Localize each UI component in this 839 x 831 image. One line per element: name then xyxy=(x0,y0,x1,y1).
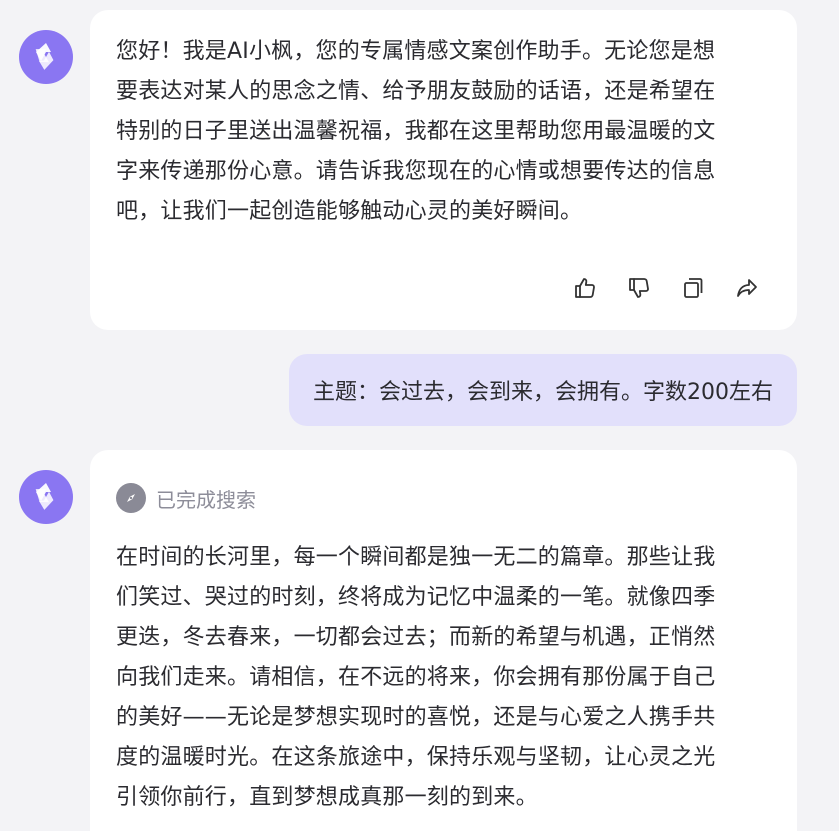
search-status-label: 已完成搜索 xyxy=(156,487,256,512)
text-line: 的美好——无论是梦想实现时的喜悦，还是与心爱之人携手共 xyxy=(116,705,716,730)
thumbs-down-button[interactable] xyxy=(625,274,653,302)
assistant-message: 您好！我是AI小枫，您的专属情感文案创作助手。无论您是想 要表达对某人的思念之情… xyxy=(90,10,797,330)
thumbs-down-icon xyxy=(629,278,649,298)
assistant-logo-icon xyxy=(35,483,54,510)
assistant-logo-icon xyxy=(35,43,54,70)
assistant-message-text: 您好！我是AI小枫，您的专属情感文案创作助手。无论您是想 要表达对某人的思念之情… xyxy=(116,32,771,232)
share-button[interactable] xyxy=(733,274,761,302)
thumbs-up-icon xyxy=(575,278,595,298)
text-line: 字来传递那份心意。请告诉我您现在的心情或想要传达的信息 xyxy=(116,159,716,184)
thumbs-up-button[interactable] xyxy=(571,274,599,302)
compass-icon xyxy=(116,483,146,513)
text-line: 您好！我是AI小枫，您的专属情感文案创作助手。无论您是想 xyxy=(116,39,716,64)
assistant-avatar xyxy=(19,30,73,84)
message-actions xyxy=(571,274,761,302)
text-line: 更迭，冬去春来，一切都会过去；而新的希望与机遇，正悄然 xyxy=(116,625,716,650)
user-message: 主题：会过去，会到来，会拥有。字数200左右 xyxy=(289,354,797,426)
assistant-message: 已完成搜索 在时间的长河里，每一个瞬间都是独一无二的篇章。那些让我 们笑过、哭过… xyxy=(90,450,797,831)
text-line: 向我们走来。请相信，在不远的将来，你会拥有那份属于自己 xyxy=(116,665,716,690)
chat-conversation: 您好！我是AI小枫，您的专属情感文案创作助手。无论您是想 要表达对某人的思念之情… xyxy=(0,0,839,831)
text-line: 要表达对某人的思念之情、给予朋友鼓励的话语，还是希望在 xyxy=(116,79,716,104)
text-line: 在时间的长河里，每一个瞬间都是独一无二的篇章。那些让我 xyxy=(116,545,716,570)
assistant-avatar xyxy=(19,470,73,524)
text-line: 引领你前行，直到梦想成真那一刻的到来。 xyxy=(116,785,538,810)
text-line: 特别的日子里送出温馨祝福，我都在这里帮助您用最温暖的文 xyxy=(116,119,716,144)
copy-button[interactable] xyxy=(679,274,707,302)
text-line: 们笑过、哭过的时刻，终将成为记忆中温柔的一笔。就像四季 xyxy=(116,585,716,610)
copy-icon xyxy=(684,278,703,298)
search-status[interactable]: 已完成搜索 xyxy=(116,482,771,514)
text-line: 吧，让我们一起创造能够触动心灵的美好瞬间。 xyxy=(116,199,583,224)
user-message-text: 主题：会过去，会到来，会拥有。字数200左右 xyxy=(313,380,773,405)
assistant-message-text: 在时间的长河里，每一个瞬间都是独一无二的篇章。那些让我 们笑过、哭过的时刻，终将… xyxy=(116,538,771,818)
text-line: 度的温暖时光。在这条旅途中，保持乐观与坚韧，让心灵之光 xyxy=(116,745,716,770)
share-icon xyxy=(737,279,757,297)
